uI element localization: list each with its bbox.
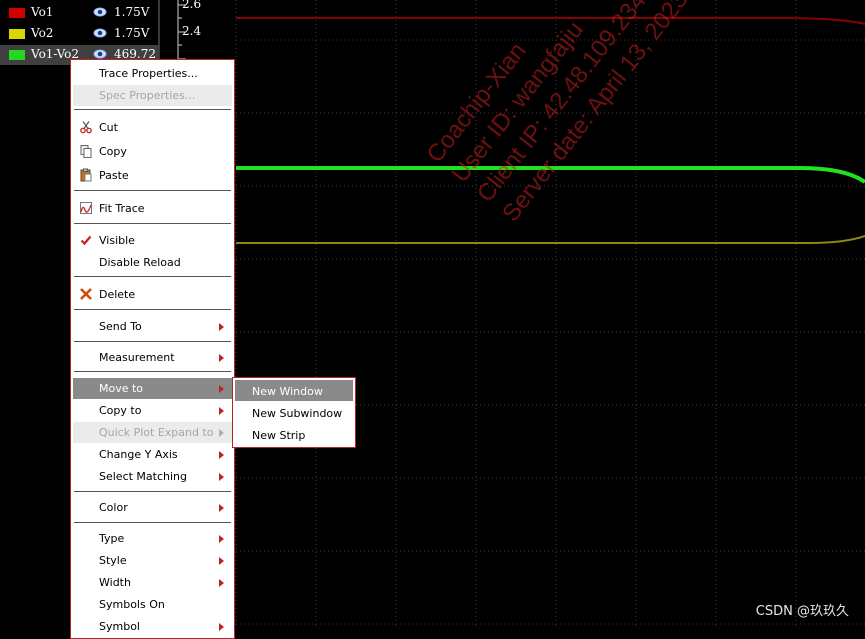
trace-context-menu: Trace Properties... Spec Properties... C…	[70, 59, 235, 639]
trace-vo2-line[interactable]	[236, 235, 865, 244]
submenu-arrow-icon	[219, 579, 224, 587]
menu-item-symbols-on[interactable]: Symbols On	[73, 594, 232, 615]
menu-item-trace-properties[interactable]: Trace Properties...	[73, 63, 232, 84]
credit-text: CSDN @玖玖久	[755, 604, 849, 619]
checkmark-icon	[80, 235, 92, 246]
eye-icon[interactable]	[93, 5, 107, 19]
y-tick-label: 2.6	[182, 0, 202, 11]
trace-vo1-line[interactable]	[236, 17, 865, 25]
submenu-arrow-icon	[219, 473, 224, 481]
menu-item-label: Spec Properties...	[99, 89, 196, 102]
menu-item-label: Change Y Axis	[99, 448, 178, 461]
submenu-arrow-icon	[219, 429, 224, 437]
menu-item-label: Symbol	[99, 620, 140, 633]
menu-item-cut[interactable]: Cut	[73, 117, 232, 138]
submenu-arrow-icon	[219, 504, 224, 512]
y-tick-label: 2.4	[182, 24, 202, 38]
paste-icon	[80, 168, 92, 182]
menu-item-type[interactable]: Type	[73, 528, 232, 549]
menu-item-send-to[interactable]: Send To	[73, 316, 232, 337]
menu-separator	[74, 522, 231, 523]
menu-separator	[74, 109, 231, 110]
menu-item-disable-reload[interactable]: Disable Reload	[73, 252, 232, 273]
menu-item-delete[interactable]: Delete	[73, 284, 232, 305]
menu-item-label: Move to	[99, 382, 144, 395]
legend-row-vo1[interactable]: Vo1 1.75V	[0, 3, 158, 23]
submenu-item-new-window[interactable]: New Window	[235, 380, 353, 401]
trace-legend: Vo1 1.75V Vo2 1.75V Vo1-Vo2 469.72	[0, 0, 158, 66]
menu-separator	[74, 341, 231, 342]
trace-vo1-vo2-line[interactable]	[236, 166, 865, 184]
menu-separator	[74, 371, 231, 372]
menu-item-copy[interactable]: Copy	[73, 141, 232, 162]
menu-item-color[interactable]: Color	[73, 497, 232, 518]
menu-item-label: Trace Properties...	[99, 67, 198, 80]
trace-value: 1.75V	[114, 5, 150, 19]
menu-item-label: Send To	[99, 320, 142, 333]
menu-item-label: Style	[99, 554, 127, 567]
submenu-arrow-icon	[219, 623, 224, 631]
legend-divider	[158, 0, 160, 66]
menu-separator	[74, 190, 231, 191]
fit-trace-icon	[80, 202, 92, 214]
eye-icon[interactable]	[93, 26, 107, 40]
menu-item-label: Measurement	[99, 351, 175, 364]
menu-item-label: Fit Trace	[99, 202, 145, 215]
menu-item-label: Select Matching	[99, 470, 188, 483]
menu-item-fit-trace[interactable]: Fit Trace	[73, 198, 232, 219]
menu-item-label: New Window	[252, 385, 323, 398]
legend-row-vo2[interactable]: Vo2 1.75V	[0, 24, 158, 44]
scissors-icon	[80, 121, 92, 134]
move-to-submenu: New Window New Subwindow New Strip	[232, 377, 356, 448]
submenu-arrow-icon	[219, 535, 224, 543]
menu-item-width[interactable]: Width	[73, 572, 232, 593]
trace-name: Vo2	[31, 26, 54, 40]
menu-item-label: Copy	[99, 145, 127, 158]
menu-item-quick-plot-expand-to: Quick Plot Expand to	[73, 422, 232, 443]
menu-item-label: Cut	[99, 121, 118, 134]
menu-item-select-matching[interactable]: Select Matching	[73, 466, 232, 487]
menu-item-label: New Strip	[252, 429, 306, 442]
menu-item-label: Quick Plot Expand to	[99, 426, 214, 439]
menu-item-label: Disable Reload	[99, 256, 181, 269]
color-swatch	[9, 29, 25, 39]
submenu-arrow-icon	[219, 323, 224, 331]
submenu-arrow-icon	[219, 451, 224, 459]
menu-item-label: Width	[99, 576, 131, 589]
menu-item-label: Symbols On	[99, 598, 165, 611]
menu-item-label: Paste	[99, 169, 129, 182]
menu-item-label: Type	[99, 532, 125, 545]
menu-item-label: Visible	[99, 234, 135, 247]
trace-name: Vo1	[31, 5, 54, 19]
menu-item-label: Copy to	[99, 404, 142, 417]
menu-separator	[74, 276, 231, 277]
copy-icon	[80, 145, 92, 158]
menu-item-symbol[interactable]: Symbol	[73, 616, 232, 637]
menu-item-label: Color	[99, 501, 128, 514]
trace-value: 1.75V	[114, 26, 150, 40]
color-swatch	[9, 8, 25, 18]
menu-item-move-to[interactable]: Move to	[73, 378, 232, 399]
menu-item-spec-properties: Spec Properties...	[73, 85, 232, 106]
menu-item-measurement[interactable]: Measurement	[73, 347, 232, 368]
plot-grid	[235, 0, 865, 626]
menu-item-style[interactable]: Style	[73, 550, 232, 571]
submenu-arrow-icon	[219, 354, 224, 362]
submenu-arrow-icon	[219, 385, 224, 393]
color-swatch	[9, 50, 25, 60]
menu-item-copy-to[interactable]: Copy to	[73, 400, 232, 421]
menu-item-visible[interactable]: Visible	[73, 230, 232, 251]
menu-separator	[74, 309, 231, 310]
menu-item-paste[interactable]: Paste	[73, 165, 232, 186]
menu-item-change-y-axis[interactable]: Change Y Axis	[73, 444, 232, 465]
menu-item-label: New Subwindow	[252, 407, 343, 420]
submenu-arrow-icon	[219, 407, 224, 415]
menu-separator	[74, 223, 231, 224]
submenu-arrow-icon	[219, 557, 224, 565]
menu-separator	[74, 491, 231, 492]
menu-item-label: Delete	[99, 288, 136, 301]
delete-icon	[80, 288, 92, 300]
submenu-item-new-subwindow[interactable]: New Subwindow	[235, 402, 353, 423]
submenu-item-new-strip[interactable]: New Strip	[235, 424, 353, 445]
